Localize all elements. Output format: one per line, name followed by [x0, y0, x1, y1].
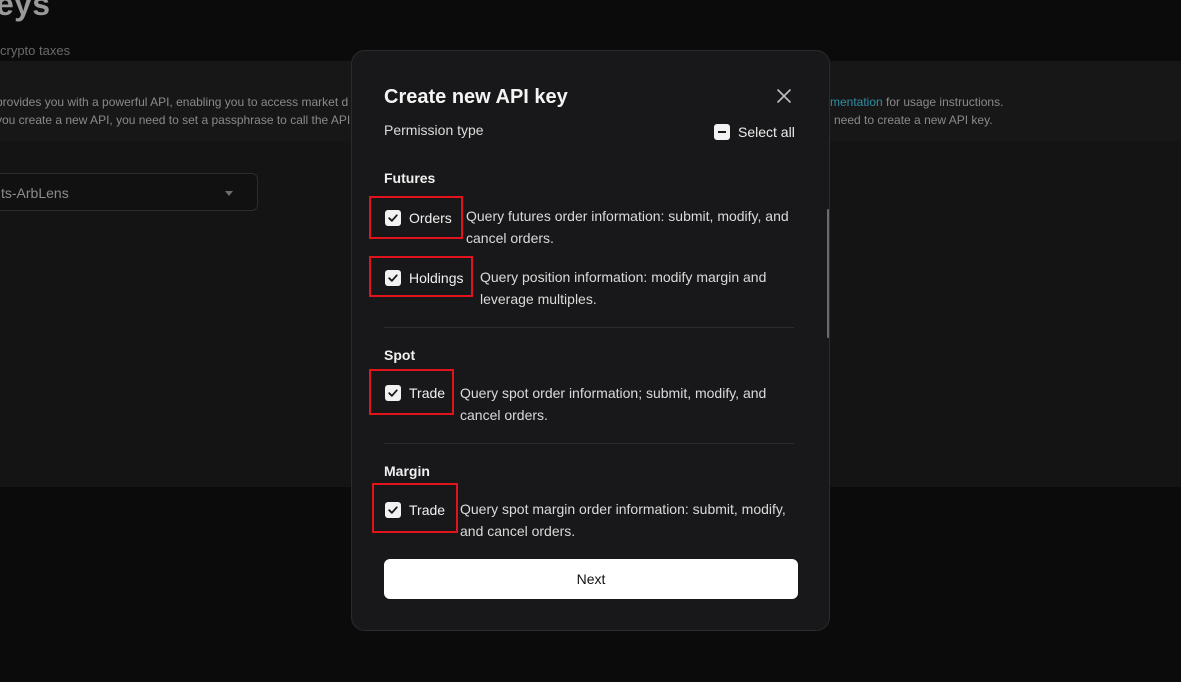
next-button[interactable]: Next: [384, 559, 798, 599]
modal-title: Create new API key: [384, 86, 568, 108]
select-all-label: Select all: [738, 124, 795, 140]
section-futures: Futures: [384, 170, 436, 186]
page-subtitle: crypto taxes: [0, 43, 71, 58]
indeterminate-checkbox-icon: [714, 124, 730, 140]
futures-orders-checkbox[interactable]: Orders: [369, 196, 463, 239]
caret-down-icon: [225, 191, 233, 196]
close-button[interactable]: [773, 85, 795, 107]
checkbox-checked-icon: [385, 210, 401, 226]
close-icon: [777, 89, 791, 103]
info-line-1: provides you with a powerful API, enabli…: [0, 95, 349, 109]
margin-trade-label: Trade: [409, 502, 446, 518]
account-select-value: ts-ArbLens: [1, 185, 69, 201]
section-spot: Spot: [384, 347, 416, 363]
futures-orders-description: Query futures order information: submit,…: [466, 208, 789, 246]
select-all-checkbox[interactable]: Select all: [714, 122, 795, 142]
info-line-2-right: need to create a new API key.: [834, 113, 993, 127]
spot-trade-label: Trade: [409, 385, 446, 401]
section-margin: Margin: [384, 463, 430, 479]
divider: [384, 443, 794, 444]
modal-scrollbar[interactable]: [827, 209, 829, 338]
futures-holdings-description: Query position information: modify margi…: [480, 269, 767, 307]
futures-holdings-label: Holdings: [409, 270, 464, 286]
info-line-2: you create a new API, you need to set a …: [0, 113, 351, 127]
account-select[interactable]: ts-ArbLens: [0, 173, 258, 211]
checkbox-checked-icon: [385, 385, 401, 401]
futures-orders-label: Orders: [409, 210, 452, 226]
page-title: eys: [0, 0, 51, 22]
documentation-link[interactable]: mentation: [830, 95, 883, 109]
create-api-key-modal: Create new API key Permission type Selec…: [351, 50, 830, 631]
futures-holdings-checkbox[interactable]: Holdings: [369, 256, 473, 297]
margin-trade-description: Query spot margin order information: sub…: [460, 501, 786, 539]
spot-trade-checkbox[interactable]: Trade: [369, 369, 454, 415]
info-line-1-right: mentation for usage instructions.: [830, 95, 1004, 109]
permission-type-label: Permission type: [384, 122, 484, 138]
checkbox-checked-icon: [385, 270, 401, 286]
spot-trade-description: Query spot order information; submit, mo…: [460, 385, 767, 423]
divider: [384, 327, 794, 328]
margin-trade-checkbox[interactable]: Trade: [372, 483, 458, 533]
checkbox-checked-icon: [385, 502, 401, 518]
